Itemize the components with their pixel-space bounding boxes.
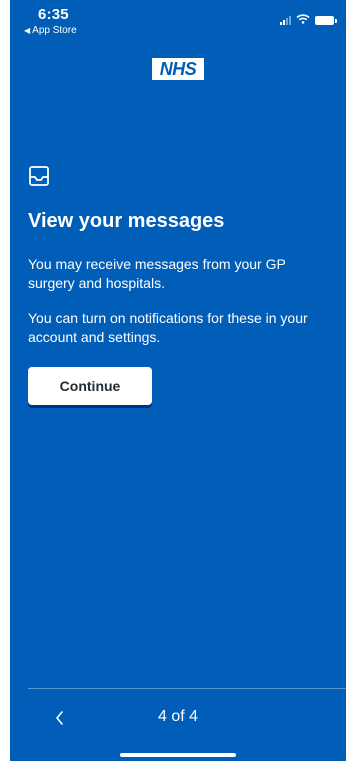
wifi-icon <box>296 11 310 29</box>
page-indicator: 4 of 4 <box>157 708 199 725</box>
back-app-label: App Store <box>32 25 77 36</box>
status-bar: 6:35 ◀ App Store <box>10 0 346 50</box>
logo-text: NHS <box>159 59 197 79</box>
continue-button[interactable]: Continue <box>28 366 152 405</box>
back-arrow-icon: ◀ <box>24 26 31 35</box>
page-title: View your messages <box>28 210 225 232</box>
onboarding-screen: 6:35 ◀ App Store NHS View your messages … <box>10 0 346 761</box>
main-content: View your messages You may receive messa… <box>28 165 330 405</box>
status-icons <box>280 11 337 29</box>
status-time: 6:35 <box>38 6 69 23</box>
signal-icon <box>280 15 291 25</box>
description-paragraph: You can turn on notifications for these … <box>28 309 308 345</box>
home-indicator[interactable] <box>120 753 236 757</box>
bottom-navigation: 4 of 4 <box>10 704 346 734</box>
footer-divider <box>28 688 346 689</box>
nhs-logo: NHS <box>152 58 204 80</box>
inbox-icon <box>28 165 50 187</box>
battery-icon <box>315 15 337 25</box>
description-paragraph: You may receive messages from your GP su… <box>28 256 286 291</box>
back-to-app-store[interactable]: ◀ App Store <box>24 25 77 36</box>
